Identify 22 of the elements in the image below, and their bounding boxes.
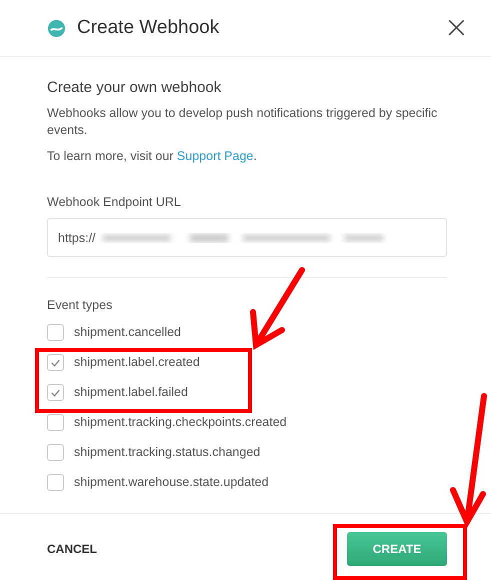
field-label: Webhook Endpoint URL <box>47 195 182 209</box>
checkbox[interactable] <box>47 324 64 340</box>
description: Webhooks allow you to develop push notifications triggered by specific events. <box>47 105 438 139</box>
event-name: shipment.label.created <box>74 355 200 369</box>
section-label: Event types <box>47 298 114 312</box>
event-name: shipment.tracking.checkpoints.created <box>74 415 287 429</box>
checkbox[interactable] <box>47 354 64 370</box>
event-name: shipment.tracking.status.changed <box>74 445 260 459</box>
close-button[interactable]: × <box>440 13 473 43</box>
url-field[interactable]: https:// <box>47 218 447 257</box>
learn-more-text: To learn more, visit our Support Page. <box>47 148 258 165</box>
checkbox[interactable] <box>47 444 64 460</box>
checkbox[interactable] <box>47 414 64 430</box>
checkbox[interactable] <box>47 384 64 400</box>
event-name: shipment.label.failed <box>74 385 188 399</box>
checkbox[interactable] <box>47 474 64 490</box>
cancel-button[interactable]: CANCEL <box>47 542 97 556</box>
section-heading: Create your own webhook <box>47 79 222 96</box>
event-name: shipment.warehouse.state.updated <box>74 475 269 489</box>
logo-icon <box>47 18 66 38</box>
event-name: shipment.cancelled <box>74 325 182 339</box>
dialog-title: Create Webhook <box>77 17 220 39</box>
